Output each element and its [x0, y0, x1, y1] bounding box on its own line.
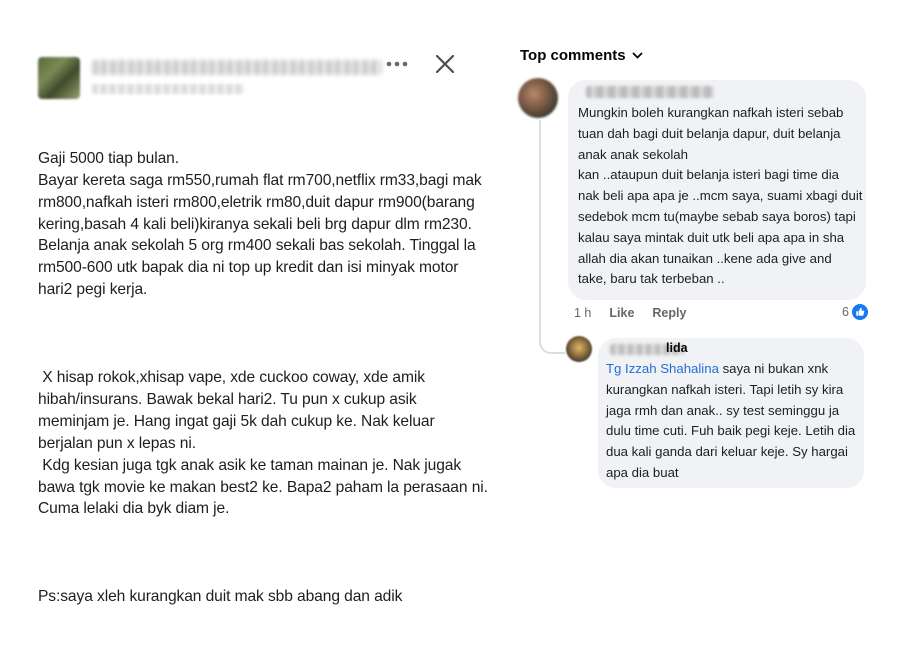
mention-link[interactable]: Tg Izzah Shahalina	[606, 361, 719, 376]
comments-header-label: Top comments	[520, 47, 626, 64]
more-horizontal-icon[interactable]	[384, 52, 410, 76]
comments-panel: Top comments Mungkin boleh kurangkan naf…	[490, 0, 898, 488]
post-meta-blurred	[92, 84, 244, 94]
reply-text: Tg Izzah Shahalina saya ni bukan xnk kur…	[606, 359, 862, 484]
commenter-avatar[interactable]	[518, 78, 558, 118]
like-button[interactable]: Like	[609, 306, 634, 320]
reply-name-visible[interactable]: lida	[666, 341, 688, 355]
like-reaction-icon	[851, 304, 868, 320]
comments-sort-dropdown[interactable]: Top comments	[520, 47, 643, 64]
reaction-count-value: 6	[842, 305, 849, 319]
comment-actions: 1 h Like Reply	[574, 306, 686, 320]
thread-connector	[539, 120, 541, 302]
commenter-name-blurred[interactable]	[586, 86, 714, 98]
post-paragraph: X hisap rokok,xhisap vape, xde cuckoo co…	[38, 368, 488, 518]
chevron-down-icon	[632, 52, 642, 59]
post-paragraph: Gaji 5000 tiap bulan. Bayar kereta saga …	[38, 149, 482, 299]
post-author-avatar[interactable]	[38, 57, 80, 99]
reaction-count[interactable]: 6	[842, 304, 868, 320]
post-panel: Gaji 5000 tiap bulan. Bayar kereta saga …	[0, 0, 488, 605]
reply-avatar[interactable]	[566, 336, 592, 362]
close-icon[interactable]	[432, 51, 458, 77]
comment-text: Mungkin boleh kurangkan nafkah isteri se…	[578, 105, 863, 287]
reply-button[interactable]: Reply	[652, 306, 686, 320]
reply-body: saya ni bukan xnk kurangkan nafkah ister…	[606, 361, 859, 480]
post-text: Gaji 5000 tiap bulan. Bayar kereta saga …	[38, 104, 488, 652]
post-author-name-blurred	[92, 60, 382, 75]
comment-time[interactable]: 1 h	[574, 306, 591, 320]
reply-connector	[539, 300, 565, 354]
post-paragraph: Ps:saya xleh kurangkan duit mak sbb aban…	[38, 588, 403, 606]
